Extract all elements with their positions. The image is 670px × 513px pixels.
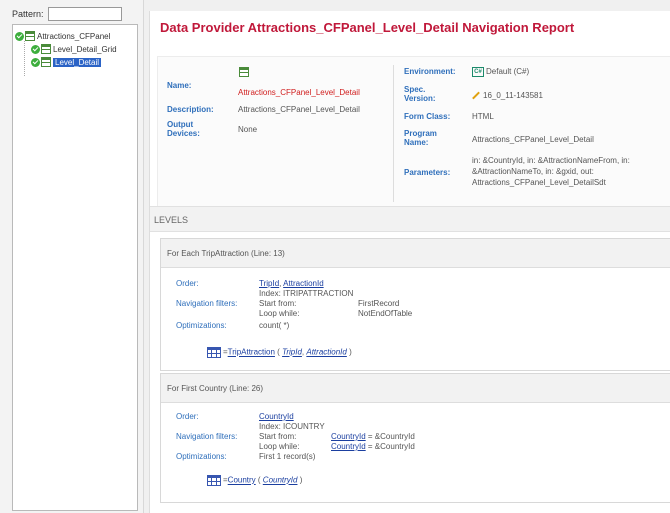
report-title: Data Provider Attractions_CFPanel_Level_… [160,20,575,35]
program-name-value: Attractions_CFPanel_Level_Detail [472,135,594,144]
tree-item-attractions-cfpanel[interactable]: Attractions_CFPanel [15,30,110,42]
loop-while-label: Loop while: [259,309,300,318]
pattern-input[interactable] [47,7,122,21]
start-from-value: CountryId = &CountryId [331,432,415,441]
tree-item-level-detail[interactable]: Level_Detail [31,56,102,68]
start-link-countryid[interactable]: CountryId [331,432,366,441]
loop-condition: = &CountryId [365,442,415,451]
order-link-tripid[interactable]: TripId [259,279,279,288]
optimizations-value: count( *) [259,321,290,330]
navigation-filters-label: Navigation filters: [176,299,238,308]
order-link-attractionid[interactable]: AttractionId [283,279,323,288]
table-link-tripattraction[interactable]: TripAttraction [228,348,275,357]
description-value: Attractions_CFPanel_Level_Detail [238,105,360,114]
name-value: Attractions_CFPanel_Level_Detail [238,88,360,97]
output-devices-label: Output Devices: [167,120,200,138]
tree-item-label: Level_Detail_Grid [53,44,117,54]
key-link-attractionid[interactable]: AttractionId [306,348,346,357]
environment-label: Environment: [404,67,456,76]
parameters-label: Parameters: [404,168,451,177]
index-value: Index: ICOUNTRY [259,422,325,431]
pattern-panel: Pattern: Attractions_CFPanel Level_Detai… [0,0,144,513]
loop-while-value: NotEndOfTable [358,309,413,318]
table-icon [207,347,221,358]
navigation-report: Data Provider Attractions_CFPanel_Level_… [149,11,670,513]
detail-icon [41,57,51,67]
start-from-value: FirstRecord [358,299,400,308]
levels-title: LEVELS [154,215,189,225]
grid-icon [41,44,51,54]
table-reference: =TripAttraction ( TripId, AttractionId ) [207,347,352,358]
output-devices-value: None [238,125,258,134]
spec-version-label: Spec. Version: [404,85,436,103]
form-class-value: HTML [472,112,494,121]
levels-heading: LEVELS [150,206,670,232]
pattern-filter: Pattern: [12,7,122,21]
section-header: For Each TripAttraction (Line: 13) [161,239,670,268]
index-value: Index: ITRIPATTRACTION [259,289,354,298]
tree-item-label: Attractions_CFPanel [37,31,111,41]
check-icon [15,31,24,41]
loop-while-label: Loop while: [259,442,300,451]
order-value: TripId, AttractionId [259,279,324,288]
environment-value: C# Default (C#) [472,67,529,77]
navigation-filters-label: Navigation filters: [176,432,238,441]
key-link-tripid[interactable]: TripId [282,348,302,357]
table-reference: =Country ( CountryId ) [207,475,302,486]
tree-connector [24,41,25,76]
level-section-trip-attraction: For Each TripAttraction (Line: 13) Order… [160,238,670,371]
start-from-label: Start from: [259,299,297,308]
environment-text: Default (C#) [486,67,530,77]
loop-while-value: CountryId = &CountryId [331,442,415,451]
start-from-label: Start from: [259,432,297,441]
table-link-country[interactable]: Country [228,476,256,485]
order-value: CountryId [259,412,294,421]
parameters-line-2: &AttractionNameTo, in: &gxid, out: [472,167,594,176]
key-link-countryid[interactable]: CountryId [263,476,298,485]
optimizations-label: Optimizations: [176,452,227,461]
order-link-countryid[interactable]: CountryId [259,412,294,421]
program-name-label: Program Name: [404,129,437,147]
pencil-icon [472,91,481,100]
csharp-icon: C# [472,67,484,77]
pattern-tree[interactable]: Attractions_CFPanel Level_Detail_Grid Le… [12,24,138,511]
order-separator: , [279,279,282,288]
section-header: For First Country (Line: 26) [161,374,670,403]
section-header-text: For First Country (Line: 26) [167,384,264,393]
optimizations-value: First 1 record(s) [259,452,316,461]
spec-version-text: 16_0_11-143581 [483,91,543,100]
report-info: Name: Attractions_CFPanel_Level_Detail D… [157,56,670,207]
tree-item-label: Level_Detail [53,57,102,67]
optimizations-label: Optimizations: [176,321,227,330]
level-section-country: For First Country (Line: 26) Order: Coun… [160,373,670,503]
check-icon [31,44,40,54]
pattern-label: Pattern: [12,9,44,19]
form-class-label: Form Class: [404,112,451,121]
parameters-line-1: in: &CountryId, in: &AttractionNameFrom,… [472,156,630,165]
loop-link-countryid[interactable]: CountryId [331,442,366,451]
panel-icon [25,31,35,41]
check-icon [31,57,40,67]
tree-item-level-detail-grid[interactable]: Level_Detail_Grid [31,43,117,55]
spec-version-value: 16_0_11-143581 [472,91,543,100]
table-icon [207,475,221,486]
info-separator [393,65,394,202]
order-label: Order: [176,412,199,421]
data-provider-icon [238,67,251,79]
name-label: Name: [167,81,192,90]
parameters-line-3: Attractions_CFPanel_Level_DetailSdt [472,178,606,187]
order-label: Order: [176,279,199,288]
section-header-text: For Each TripAttraction (Line: 13) [167,249,285,258]
start-condition: = &CountryId [365,432,415,441]
description-label: Description: [167,105,214,114]
